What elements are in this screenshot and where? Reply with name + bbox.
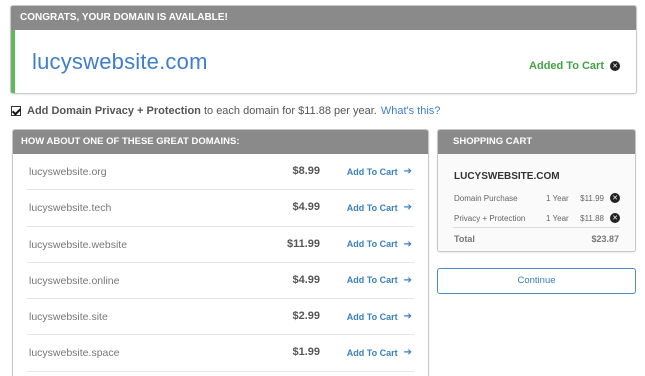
suggestion-domain: lucyswebsite.website: [29, 238, 128, 251]
cart-item-amount: $11.99: [580, 194, 604, 203]
arrow-right-icon: ➔: [403, 311, 412, 323]
add-to-cart-label: Add To Cart: [346, 311, 398, 322]
arrow-right-icon: ➔: [403, 202, 412, 214]
panel-header: HOW ABOUT ONE OF THESE GREAT DOMAINS:: [13, 130, 428, 154]
cart-domain: LUCYSWEBSITE.COM: [454, 171, 560, 182]
added-to-cart-label: Added To Cart: [529, 60, 604, 72]
suggestion-price: $4.99: [292, 273, 320, 286]
remove-icon[interactable]: ✕: [610, 213, 620, 223]
domain-available-panel: CONGRATS, YOUR DOMAIN IS AVAILABLE! lucy…: [10, 5, 637, 94]
divider: [453, 227, 620, 228]
privacy-label-bold: Add Domain Privacy + Protection: [27, 105, 201, 117]
arrow-right-icon: ➔: [403, 238, 412, 250]
suggestion-row: lucyswebsite.online $4.99 Add To Cart ➔: [27, 263, 414, 300]
suggestion-list: lucyswebsite.org $8.99 Add To Cart ➔ lucyswe…: [13, 154, 428, 372]
suggestion-price: $11.99: [286, 237, 320, 250]
suggestion-domain: lucyswebsite.online: [29, 274, 120, 287]
suggestion-price: $8.99: [292, 165, 320, 177]
cart-item-term: 1 Year: [546, 194, 569, 203]
arrow-right-icon: ➔: [403, 347, 412, 359]
cart-item-label: Domain Purchase: [454, 194, 518, 203]
suggestion-row: lucyswebsite.org $8.99 Add To Cart ➔: [27, 154, 414, 191]
add-to-cart-label: Add To Cart: [346, 347, 398, 358]
suggestion-row: lucyswebsite.site $2.99 Add To Cart ➔: [27, 299, 414, 336]
panel-header: CONGRATS, YOUR DOMAIN IS AVAILABLE!: [11, 6, 636, 30]
total-amount: $23.87: [591, 234, 619, 244]
add-to-cart-link[interactable]: Add To Cart ➔: [347, 311, 412, 322]
add-to-cart-link[interactable]: Add To Cart ➔: [347, 239, 412, 250]
add-to-cart-link[interactable]: Add To Cart ➔: [347, 347, 412, 358]
shopping-cart-panel: SHOPPING CART LUCYSWEBSITE.COM Domain Pu…: [437, 129, 636, 252]
add-to-cart-link[interactable]: Add To Cart ➔: [347, 166, 412, 177]
add-to-cart-link[interactable]: Add To Cart ➔: [347, 202, 412, 213]
suggestion-domain: lucyswebsite.space: [29, 347, 120, 360]
arrow-right-icon: ➔: [403, 166, 412, 177]
cart-item-amount: $11.88: [580, 214, 604, 223]
arrow-right-icon: ➔: [403, 274, 412, 286]
suggestion-row: lucyswebsite.tech $4.99 Add To Cart ➔: [27, 190, 414, 227]
remove-icon[interactable]: ✕: [610, 193, 620, 203]
cart-item: Domain Purchase 1 Year $11.99 ✕: [454, 193, 620, 206]
add-to-cart-label: Add To Cart: [346, 239, 398, 250]
add-to-cart-label: Add To Cart: [346, 202, 398, 213]
suggestion-row: lucyswebsite.website $11.99 Add To Cart ➔: [27, 227, 414, 263]
domain-result: lucyswebsite.com Added To Cart ✕: [11, 30, 636, 93]
suggestion-row: lucyswebsite.space $1.99 Add To Cart ➔: [27, 335, 414, 372]
suggestion-domain: lucyswebsite.tech: [29, 202, 112, 215]
panel-header: SHOPPING CART: [438, 130, 635, 154]
add-to-cart-label: Add To Cart: [346, 275, 398, 286]
domain-suggestions-panel: HOW ABOUT ONE OF THESE GREAT DOMAINS: lu…: [12, 129, 429, 376]
suggestion-domain: lucyswebsite.org: [29, 166, 107, 178]
add-to-cart-label: Add To Cart: [346, 166, 398, 177]
privacy-label-rest: to each domain for $11.88 per year.: [200, 105, 377, 117]
privacy-checkbox[interactable]: [11, 106, 21, 116]
cart-item-term: 1 Year: [546, 214, 569, 223]
cart-item: Privacy + Protection 1 Year $11.88 ✕: [454, 213, 620, 226]
suggestion-price: $4.99: [292, 201, 320, 214]
whats-this-link[interactable]: What's this?: [381, 105, 441, 117]
suggestion-domain: lucyswebsite.site: [29, 311, 108, 324]
added-to-cart-status[interactable]: Added To Cart ✕: [529, 60, 620, 72]
add-to-cart-link[interactable]: Add To Cart ➔: [347, 275, 412, 286]
remove-icon[interactable]: ✕: [610, 61, 620, 71]
suggestion-price: $2.99: [292, 310, 320, 323]
total-label: Total: [454, 234, 475, 244]
suggestion-price: $1.99: [292, 346, 320, 359]
privacy-option: Add Domain Privacy + Protection to each …: [11, 105, 440, 117]
continue-button[interactable]: Continue: [437, 268, 636, 294]
cart-item-label: Privacy + Protection: [454, 214, 526, 223]
domain-name: lucyswebsite.com: [32, 49, 208, 74]
